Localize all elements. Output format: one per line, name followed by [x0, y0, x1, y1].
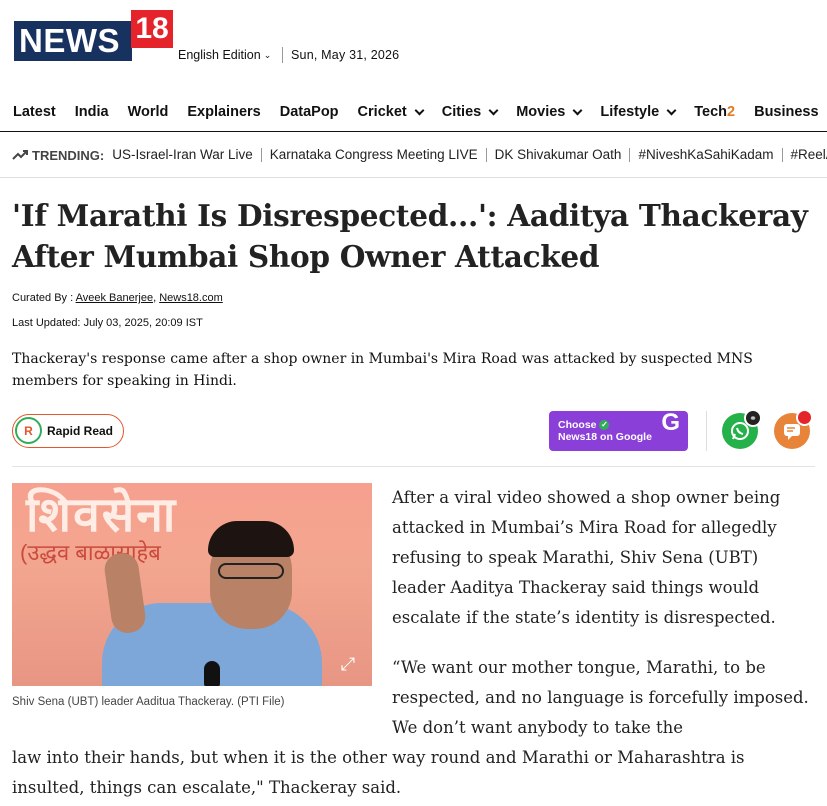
last-updated: Last Updated: July 03, 2025, 20:09 IST: [12, 317, 203, 329]
site-header: NEWS 18 English Edition ⌄ Sun, May 31, 2…: [0, 0, 827, 90]
nav-item-latest[interactable]: Latest: [13, 104, 56, 120]
chevron-down-icon: ⌄: [263, 49, 272, 60]
check-icon: ✓: [599, 420, 610, 431]
rapid-read-label: Rapid Read: [47, 424, 114, 438]
trending-arrow-icon: [12, 150, 28, 160]
updated-label: Last Updated:: [12, 317, 81, 329]
nav-item-lifestyle[interactable]: Lifestyle: [600, 104, 677, 120]
article-summary: Thackeray's response came after a shop o…: [12, 351, 753, 389]
trending-bar: TRENDING: US-Israel-Iran War Live Karnata…: [0, 133, 827, 178]
news18-logo[interactable]: NEWS 18: [14, 10, 173, 62]
rapid-read-icon: R: [15, 417, 42, 444]
article-paragraph: After a viral video showed a shop owner …: [392, 488, 781, 627]
image-banner-subtext: (उद्धव बाळासाहेब: [20, 540, 161, 565]
chevron-down-icon[interactable]: [572, 105, 583, 115]
notification-dot: [796, 409, 813, 426]
trending-label-text: TRENDING:: [32, 147, 105, 163]
trending-link[interactable]: Karnataka Congress Meeting LIVE: [260, 148, 486, 162]
nav-item-explainers[interactable]: Explainers: [187, 104, 260, 120]
nav-item-label: Latest: [13, 104, 56, 120]
nav-item-cricket[interactable]: Cricket: [357, 104, 425, 120]
chevron-down-icon[interactable]: [414, 105, 425, 115]
article-image[interactable]: शिवसेना (उद्धव बाळासाहेब ⤢: [12, 483, 372, 686]
nav-item-label: DataPop: [279, 104, 339, 120]
publisher-link[interactable]: News18.com: [159, 292, 223, 304]
nav-item-datapop[interactable]: DataPop: [280, 104, 339, 120]
nav-item-label: Lifestyle: [600, 104, 660, 120]
article-headline: 'If Marathi Is Disrespected...': Aaditya…: [12, 198, 808, 274]
divider: [282, 47, 283, 63]
image-glasses: [218, 563, 284, 579]
nav-item-movies[interactable]: Movies: [516, 104, 583, 120]
logo-number: 18: [131, 10, 173, 48]
google-line1: Choose: [558, 419, 597, 431]
rapid-read-button[interactable]: R Rapid Read: [12, 414, 124, 448]
nav-item-tech[interactable]: Tech 2: [694, 104, 735, 120]
curated-by: Curated By : Aveek Banerjee, News18.com: [12, 292, 223, 304]
divider: [706, 411, 707, 451]
trending-link[interactable]: DK Shivakumar Oath: [485, 148, 630, 162]
nav-item-label: Movies: [516, 104, 566, 120]
nav-item-label: Business: [754, 104, 819, 120]
main-nav: Latest India World Explainers DataPop Cricket…: [0, 96, 827, 132]
nav-item-label: Cities: [441, 104, 482, 120]
nav-item-business[interactable]: Business: [754, 104, 818, 120]
nav-item-world[interactable]: World: [128, 104, 169, 120]
nav-item-label: Cricket: [357, 104, 407, 120]
nav-item-label: Tech: [694, 104, 728, 120]
choose-news18-google-button[interactable]: Choose ✓ News18 on Google G: [549, 411, 688, 451]
curated-label: Curated By :: [12, 292, 74, 304]
google-g-icon: G: [661, 409, 680, 436]
edition-label: English Edition: [178, 48, 261, 62]
nav-item-label: India: [74, 104, 109, 120]
expand-icon[interactable]: ⤢: [336, 652, 360, 676]
chevron-down-icon[interactable]: [488, 105, 499, 115]
edition-selector[interactable]: English Edition ⌄: [178, 48, 271, 62]
trending-label: TRENDING:: [12, 148, 104, 163]
article-paragraph: “We want our mother tongue, Marathi, to …: [392, 658, 809, 737]
chevron-down-icon[interactable]: [666, 105, 677, 115]
trending-list: US-Israel-Iran War Live Karnataka Congres…: [112, 148, 827, 162]
nav-list: Latest India World Explainers DataPop Cricket…: [0, 96, 827, 128]
trending-link[interactable]: #NiveshKaSahiKadam: [629, 148, 781, 162]
updated-value: July 03, 2025, 20:09 IST: [83, 317, 203, 329]
trending-link[interactable]: US-Israel-Iran War Live: [112, 148, 261, 162]
image-hair: [208, 521, 294, 557]
image-caption: Shiv Sena (UBT) leader Aaditua Thackeray…: [12, 696, 285, 708]
logo-news-text: NEWS: [14, 21, 132, 61]
divider: [12, 466, 815, 467]
image-microphone: [204, 661, 220, 686]
nav-item-label: Explainers: [187, 104, 261, 120]
nav-item-label: World: [127, 104, 169, 120]
nav-item-cities[interactable]: Cities: [441, 104, 499, 120]
author-link[interactable]: Aveek Banerjee: [76, 292, 153, 304]
nav-item-india[interactable]: India: [75, 104, 109, 120]
header-date: Sun, May 31, 2026: [291, 48, 400, 62]
article-paragraph-continued: law into their hands, but when it is the…: [12, 748, 745, 797]
trending-link[interactable]: #ReelA: [781, 148, 827, 162]
nav-item-suffix: 2: [727, 104, 736, 120]
share-icon[interactable]: ⚭: [744, 409, 762, 427]
